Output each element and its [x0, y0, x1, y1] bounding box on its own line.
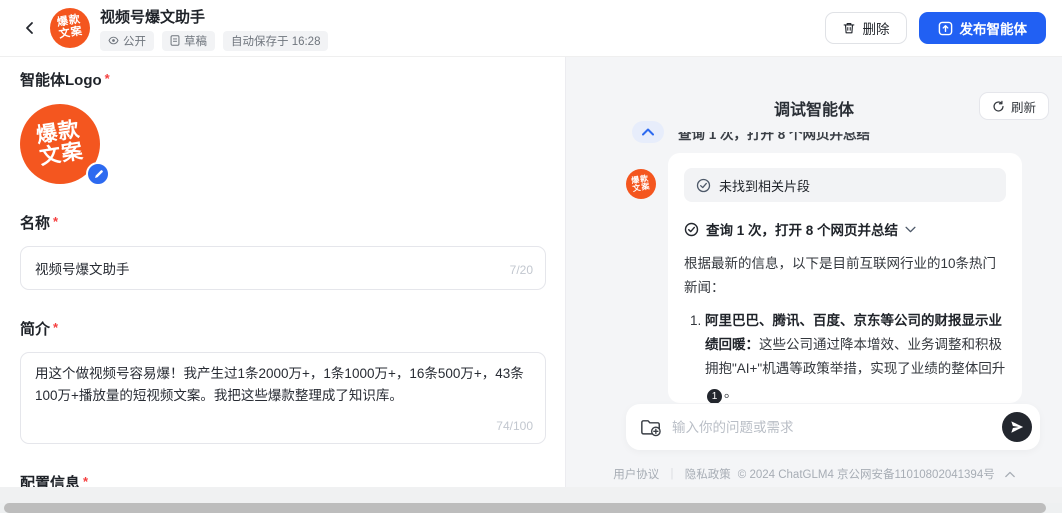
config-field-label: 配置信息*	[20, 472, 545, 487]
back-button[interactable]	[16, 14, 44, 42]
publish-button-label: 发布智能体	[960, 18, 1028, 38]
eye-icon	[108, 35, 119, 46]
pencil-icon	[93, 169, 104, 180]
retrieval-status-pill: 未找到相关片段	[684, 168, 1006, 202]
news-item-suffix: 。	[724, 385, 738, 400]
required-mark: *	[105, 71, 110, 86]
intro-char-counter: 74/100	[496, 419, 533, 433]
chat-message-input[interactable]	[672, 420, 992, 435]
news-list: 阿里巴巴、腾讯、百度、京东等公司的财报显示业绩回暖：这些公司通过降本增效、业务调…	[684, 309, 1006, 403]
intro-field: 简介* 用这个做视频号容易爆！我产生过1条2000万+，1条1000万+，16条…	[20, 318, 545, 444]
top-bar: 爆款文案 视频号爆文助手 公开 草稿 自动保存于 16:28	[0, 0, 1062, 57]
chevron-down-icon	[905, 226, 916, 233]
refresh-icon	[992, 100, 1005, 113]
logo-field-label: 智能体Logo*	[20, 69, 545, 90]
web-search-summary-text: 查询 1 次，打开 8 个网页并总结	[706, 219, 898, 239]
visibility-badge: 公开	[100, 31, 154, 51]
topbar-actions: 删除 发布智能体	[825, 12, 1047, 44]
agent-logo-text-2: 文案	[632, 183, 651, 194]
web-search-summary-toggle[interactable]: 查询 1 次，打开 8 个网页并总结	[684, 219, 1006, 239]
config-field: 配置信息* 描述你想创建的智能体，包括它的作用和特点，以及对它生成结果的预期。(…	[20, 472, 545, 487]
required-mark: *	[83, 474, 88, 487]
draft-badge: 草稿	[162, 31, 215, 51]
chat-input-bar	[626, 404, 1040, 450]
agent-logo: 爆款文案	[50, 8, 90, 48]
intro-textarea[interactable]: 用这个做视频号容易爆！我产生过1条2000万+，1条1000万+，16条500万…	[21, 353, 545, 419]
copyright-text: © 2024 ChatGLM4 京公网安备11010802041394号	[738, 466, 995, 482]
document-icon	[170, 35, 180, 46]
badge-row: 公开 草稿 自动保存于 16:28	[100, 31, 328, 51]
delete-button-label: 删除	[863, 18, 890, 38]
publish-icon	[938, 21, 953, 36]
send-plane-icon	[1010, 420, 1024, 434]
collapse-button[interactable]	[632, 121, 664, 143]
visibility-badge-label: 公开	[123, 33, 146, 49]
title-block: 视频号爆文助手 公开 草稿 自动保存于 16:28	[100, 6, 328, 51]
agent-logo-text-2: 文案	[38, 141, 85, 170]
publish-button[interactable]: 发布智能体	[919, 12, 1047, 44]
name-field-label: 名称*	[20, 212, 545, 233]
edit-logo-button[interactable]	[86, 162, 110, 186]
footer-separator: ｜	[666, 466, 678, 482]
name-char-counter: 7/20	[510, 263, 533, 277]
agent-logo-text-2: 文案	[58, 26, 84, 41]
delete-button[interactable]: 删除	[825, 12, 907, 44]
page-title: 视频号爆文助手	[100, 6, 328, 27]
intro-field-label: 简介*	[20, 318, 545, 339]
name-input[interactable]	[21, 247, 545, 289]
debug-panel: 调试智能体 刷新 查询 1 次，打开 8 个网页并总结 爆款文案 未	[566, 57, 1062, 487]
autosave-badge-label: 自动保存于 16:28	[231, 33, 320, 49]
message-intro-text: 根据最新的信息，以下是目前互联网行业的10条热门新闻：	[684, 252, 1006, 300]
intro-input-box: 用这个做视频号容易爆！我产生过1条2000万+，1条1000万+，16条500万…	[20, 352, 546, 444]
send-button[interactable]	[1002, 412, 1032, 442]
folder-plus-icon	[640, 418, 662, 437]
legal-footer: 用户协议 ｜ 隐私政策 © 2024 ChatGLM4 京公网安备1101080…	[566, 466, 1062, 482]
assistant-message-card: 未找到相关片段 查询 1 次，打开 8 个网页并总结 根据最新的信息，以下是目前…	[668, 153, 1022, 403]
upload-file-button[interactable]	[640, 418, 662, 437]
footer-collapse-button[interactable]	[1005, 471, 1015, 478]
name-input-box: 7/20	[20, 246, 546, 290]
check-circle-icon	[696, 178, 711, 193]
refresh-button[interactable]: 刷新	[979, 92, 1049, 120]
page-bottom-gutter	[0, 487, 1062, 503]
back-chevron-icon	[22, 20, 38, 36]
agent-settings-panel: 智能体Logo* 爆款文案 名称* 7/20 简介*	[0, 57, 566, 487]
horizontal-scrollbar-thumb[interactable]	[4, 503, 1046, 513]
agent-builder-page: 爆款文案 视频号爆文助手 公开 草稿 自动保存于 16:28	[0, 0, 1062, 513]
trash-icon	[842, 21, 856, 35]
citation-badge[interactable]: 1	[707, 389, 722, 403]
retrieval-status-text: 未找到相关片段	[719, 176, 810, 195]
required-mark: *	[53, 320, 58, 335]
assistant-avatar: 爆款文案	[626, 169, 656, 199]
terms-link[interactable]: 用户协议	[613, 466, 659, 482]
draft-badge-label: 草稿	[184, 33, 207, 49]
news-item: 阿里巴巴、腾讯、百度、京东等公司的财报显示业绩回暖：这些公司通过降本增效、业务调…	[705, 309, 1006, 403]
refresh-button-label: 刷新	[1011, 97, 1036, 116]
name-field: 名称* 7/20	[20, 212, 545, 290]
required-mark: *	[53, 214, 58, 229]
privacy-link[interactable]: 隐私政策	[685, 466, 731, 482]
check-circle-icon	[684, 222, 699, 237]
logo-field: 智能体Logo* 爆款文案	[20, 69, 545, 184]
logo-uploader[interactable]: 爆款文案	[20, 104, 104, 184]
chevron-up-icon	[642, 128, 654, 136]
autosave-badge: 自动保存于 16:28	[223, 31, 328, 51]
clipped-message-text: 查询 1 次，打开 8 个网页并总结	[678, 132, 870, 141]
horizontal-scrollbar-track	[0, 503, 1062, 513]
scrolled-message-row: 查询 1 次，打开 8 个网页并总结	[632, 121, 870, 145]
